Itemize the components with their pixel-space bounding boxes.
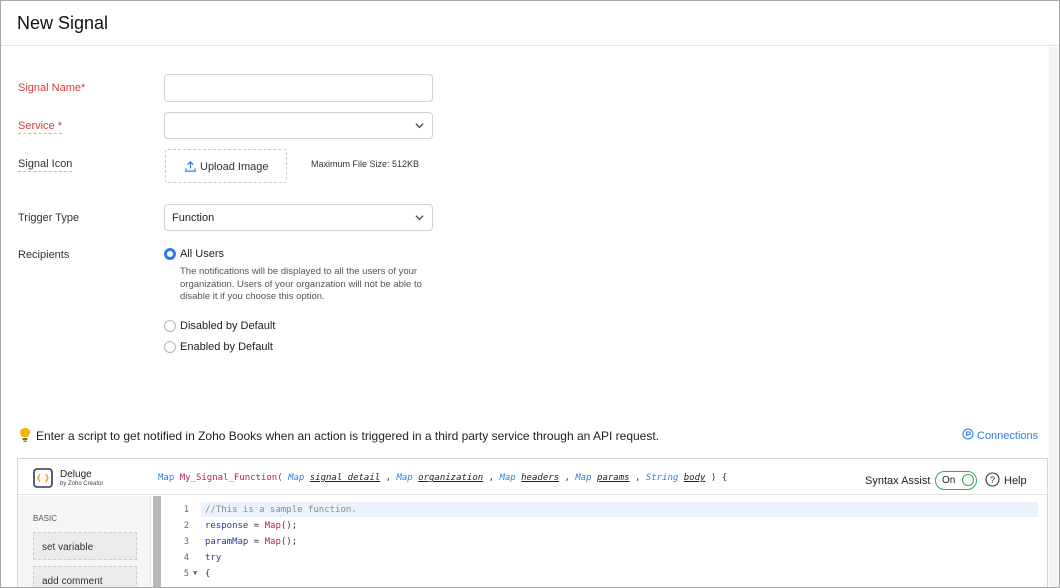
sig-param-name: organization [418,473,484,483]
sidebar-item-add-comment[interactable]: add comment [33,566,137,587]
all-users-description: The notifications will be displayed to a… [180,266,422,302]
sig-return-type: Map [158,473,175,483]
trigger-type-value: Function [172,212,215,224]
trigger-type-select[interactable]: Function [164,204,433,231]
signal-name-label: Signal Name* [18,82,86,94]
code-area[interactable]: 1 2 3 4 5 ▼ //This is a sample function.… [161,496,1046,587]
code-operator: = [248,537,265,547]
toggle-knob [962,474,974,486]
service-label: Service * [18,120,63,134]
code-function: Map [264,521,281,531]
upload-image-label: Upload Image [200,161,269,173]
sig-function-name: My_Signal_Function( [179,473,283,483]
connections-label: Connections [977,430,1039,442]
page-title: New Signal [17,13,109,33]
sig-param-type: Map [499,473,516,483]
editor-sidebar: BASIC set variable add comment [18,496,151,587]
upload-icon [185,161,196,172]
sig-param-name: params [597,473,630,483]
deluge-editor: Deluge by Zoho Creator Map My_Signal_Fun… [17,458,1048,587]
signal-icon-label: Signal Icon [18,158,73,172]
code-identifier: response [205,521,249,531]
code-punct: (); [280,537,298,547]
chevron-down-icon [415,123,424,129]
editor-header: Deluge by Zoho Creator Map My_Signal_Fun… [18,459,1047,495]
upload-image-button[interactable]: Upload Image [165,149,287,183]
connections-icon [962,428,974,440]
code-operator: = [248,521,265,531]
sig-param-name: body [683,473,706,483]
radio-enabled-by-default-label[interactable]: Enabled by Default [180,341,273,353]
fold-arrow-icon[interactable]: ▼ [193,569,197,577]
code-line: { [205,569,211,579]
chevron-down-icon [415,215,424,221]
function-signature: Map My_Signal_Function( Map signal_detai… [158,473,728,483]
sidebar-item-set-variable[interactable]: set variable [33,532,137,560]
sig-param-name: headers [521,473,560,483]
sidebar-section-basic: BASIC [33,514,58,523]
deluge-brand-name: Deluge [60,469,92,480]
code-function: Map [264,537,281,547]
line-gutter: 1 2 3 4 5 ▼ [161,496,203,587]
sig-close: ) { [710,473,728,483]
trigger-type-label: Trigger Type [18,212,80,224]
script-tip-text: Enter a script to get notified in Zoho B… [36,429,660,443]
deluge-brand-sub: by Zoho Creator [60,481,104,487]
line-number: 1 [183,505,189,515]
radio-disabled-by-default[interactable] [164,320,176,332]
code-line: //This is a sample function. [201,502,1038,517]
radio-disabled-by-default-label[interactable]: Disabled by Default [180,320,275,332]
radio-all-users[interactable] [164,248,176,260]
page-scrollbar[interactable] [1049,47,1059,587]
line-number: 5 [183,569,189,579]
sig-param-type: Map [575,473,592,483]
code-identifier: paramMap [205,537,249,547]
line-number: 4 [183,553,189,563]
code-line: paramMap = Map(); [205,537,297,547]
sig-param-type: String [645,473,679,483]
lightbulb-icon [20,428,30,442]
sig-param-type: Map [288,473,305,483]
code-line: response = Map(); [205,521,297,531]
syntax-assist-label: Syntax Assist [865,475,931,487]
recipients-label: Recipients [18,249,70,261]
sig-param-type: Map [396,473,413,483]
sig-param-name: signal_detail [309,473,381,483]
syntax-assist-toggle[interactable]: On [935,471,977,490]
code-punct: (); [280,521,298,531]
page-header: New Signal [1,1,1059,46]
deluge-logo-icon [33,468,53,488]
help-label: Help [1004,475,1027,487]
signal-name-input[interactable] [164,74,433,102]
sidebar-scrollbar[interactable] [153,496,161,587]
toggle-state-label: On [942,475,956,486]
new-signal-page: New Signal Signal Name* Service * Signal… [0,0,1060,588]
max-file-size-text: Maximum File Size: 512KB [311,159,420,169]
line-number: 3 [183,537,189,547]
help-icon: ? [985,472,1000,487]
radio-enabled-by-default[interactable] [164,341,176,353]
code-line: try [205,553,222,563]
service-select[interactable] [164,112,433,139]
line-number: 2 [183,521,189,531]
radio-all-users-label[interactable]: All Users [180,248,224,260]
svg-text:?: ? [990,475,995,485]
